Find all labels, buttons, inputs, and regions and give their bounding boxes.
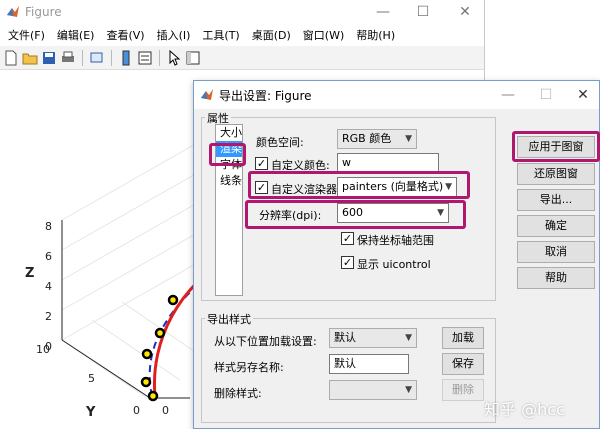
menu-desktop[interactable]: 桌面(D) <box>246 27 297 43</box>
close-icon[interactable]: ✕ <box>567 81 599 109</box>
y-axis-label: Y <box>85 405 96 420</box>
watermark: 知乎 @hcc <box>484 400 565 419</box>
load-settings-value: 默认 <box>334 331 356 344</box>
highlight-renderer-row <box>248 171 470 199</box>
save-button[interactable]: 保存 <box>442 353 484 375</box>
export-styles-group-label: 导出样式 <box>205 311 253 327</box>
link-plot-icon[interactable] <box>89 50 105 66</box>
load-settings-label: 从以下位置加载设置: <box>214 335 317 348</box>
delete-style-select[interactable]: ▼ <box>329 380 417 400</box>
save-icon[interactable] <box>41 50 57 66</box>
dialog-title: 导出设置: Figure <box>219 88 312 103</box>
save-style-label: 样式另存名称: <box>214 361 284 374</box>
y-tick-label: 0 <box>133 404 140 417</box>
save-style-input[interactable]: 默认 <box>329 354 409 374</box>
matlab-logo-icon <box>201 89 213 100</box>
figure-toolbar <box>0 46 484 70</box>
chevron-down-icon: ▼ <box>405 333 412 343</box>
figure-title: Figure <box>25 5 62 19</box>
chevron-down-icon: ▼ <box>405 385 412 395</box>
minimize-icon[interactable]: — <box>492 81 524 109</box>
menu-view[interactable]: 查看(V) <box>100 27 150 43</box>
cancel-button[interactable]: 取消 <box>517 241 595 263</box>
load-settings-select[interactable]: 默认 ▼ <box>329 328 417 348</box>
delete-style-label: 删除样式: <box>214 387 262 400</box>
figure-menubar: 文件(F) 编辑(E) 查看(V) 插入(I) 工具(T) 桌面(D) 窗口(W… <box>0 24 484 46</box>
legend-icon[interactable] <box>137 50 153 66</box>
menu-edit[interactable]: 编辑(E) <box>51 27 101 43</box>
marker-point <box>154 327 166 339</box>
close-icon[interactable]: ✕ <box>447 0 483 24</box>
y-tick-label: 5 <box>88 372 95 385</box>
z-tick-label: 2 <box>45 310 52 323</box>
z-tick-label: 4 <box>45 280 52 293</box>
z-tick-label: 6 <box>45 250 52 263</box>
axis-lines <box>61 220 190 399</box>
maximize-icon[interactable]: ☐ <box>530 81 562 109</box>
ok-button[interactable]: 确定 <box>517 215 595 237</box>
figure-titlebar: Figure — ☐ ✕ <box>0 0 484 24</box>
menu-insert[interactable]: 插入(I) <box>151 27 197 43</box>
custom-color-checkbox[interactable]: ✓ <box>255 157 268 170</box>
prop-item-size[interactable]: 大小 <box>216 125 242 141</box>
new-file-icon[interactable] <box>3 50 19 66</box>
prop-item-lines[interactable]: 线条 <box>216 173 242 189</box>
marker-point <box>167 294 179 306</box>
open-folder-icon[interactable] <box>22 50 38 66</box>
y-tick-label: 10 <box>36 343 50 356</box>
toolbar-separator <box>159 49 160 66</box>
highlight-rendering-item <box>209 143 246 166</box>
help-button[interactable]: 帮助 <box>517 267 595 289</box>
menu-window[interactable]: 窗口(W) <box>297 27 350 43</box>
color-space-select[interactable]: RGB 颜色 ▼ <box>337 129 417 149</box>
print-icon[interactable] <box>60 50 76 66</box>
maximize-icon[interactable]: ☐ <box>405 0 441 24</box>
menu-help[interactable]: 帮助(H) <box>350 27 401 43</box>
marker-point <box>147 390 159 402</box>
show-uicontrol-label: 显示 uicontrol <box>357 258 431 271</box>
color-space-value: RGB 颜色 <box>342 132 392 145</box>
x-tick-label: 0 <box>162 404 169 417</box>
toolbar-separator <box>111 49 112 66</box>
export-button[interactable]: 导出... <box>517 189 595 211</box>
z-tick-label: 8 <box>45 220 52 233</box>
custom-color-input[interactable]: w <box>337 153 439 173</box>
matlab-logo-icon <box>7 6 19 17</box>
show-uicontrol-checkbox[interactable]: ✓ <box>341 256 354 269</box>
menu-file[interactable]: 文件(F) <box>2 27 51 43</box>
restore-figure-button[interactable]: 还原图窗 <box>517 163 595 185</box>
property-inspector-icon[interactable] <box>185 50 201 66</box>
dialog-titlebar: 导出设置: Figure — ☐ ✕ <box>194 81 599 109</box>
keep-axes-checkbox[interactable]: ✓ <box>341 232 354 245</box>
menu-tools[interactable]: 工具(T) <box>196 27 245 43</box>
z-axis-label: Z <box>25 266 34 281</box>
delete-button[interactable]: 删除 <box>442 379 484 401</box>
minimize-icon[interactable]: — <box>365 0 401 24</box>
chevron-down-icon: ▼ <box>405 134 412 144</box>
apply-to-figure-button[interactable]: 应用于图窗 <box>517 136 595 158</box>
keep-axes-label: 保持坐标轴范围 <box>357 234 434 247</box>
load-button[interactable]: 加载 <box>442 327 484 349</box>
highlight-resolution-row <box>245 200 466 229</box>
colorbar-icon[interactable] <box>118 50 134 66</box>
pointer-icon[interactable] <box>166 49 182 66</box>
toolbar-separator <box>82 49 83 66</box>
marker-point <box>140 376 152 388</box>
color-space-label: 颜色空间: <box>256 136 304 149</box>
marker-point <box>141 348 153 360</box>
